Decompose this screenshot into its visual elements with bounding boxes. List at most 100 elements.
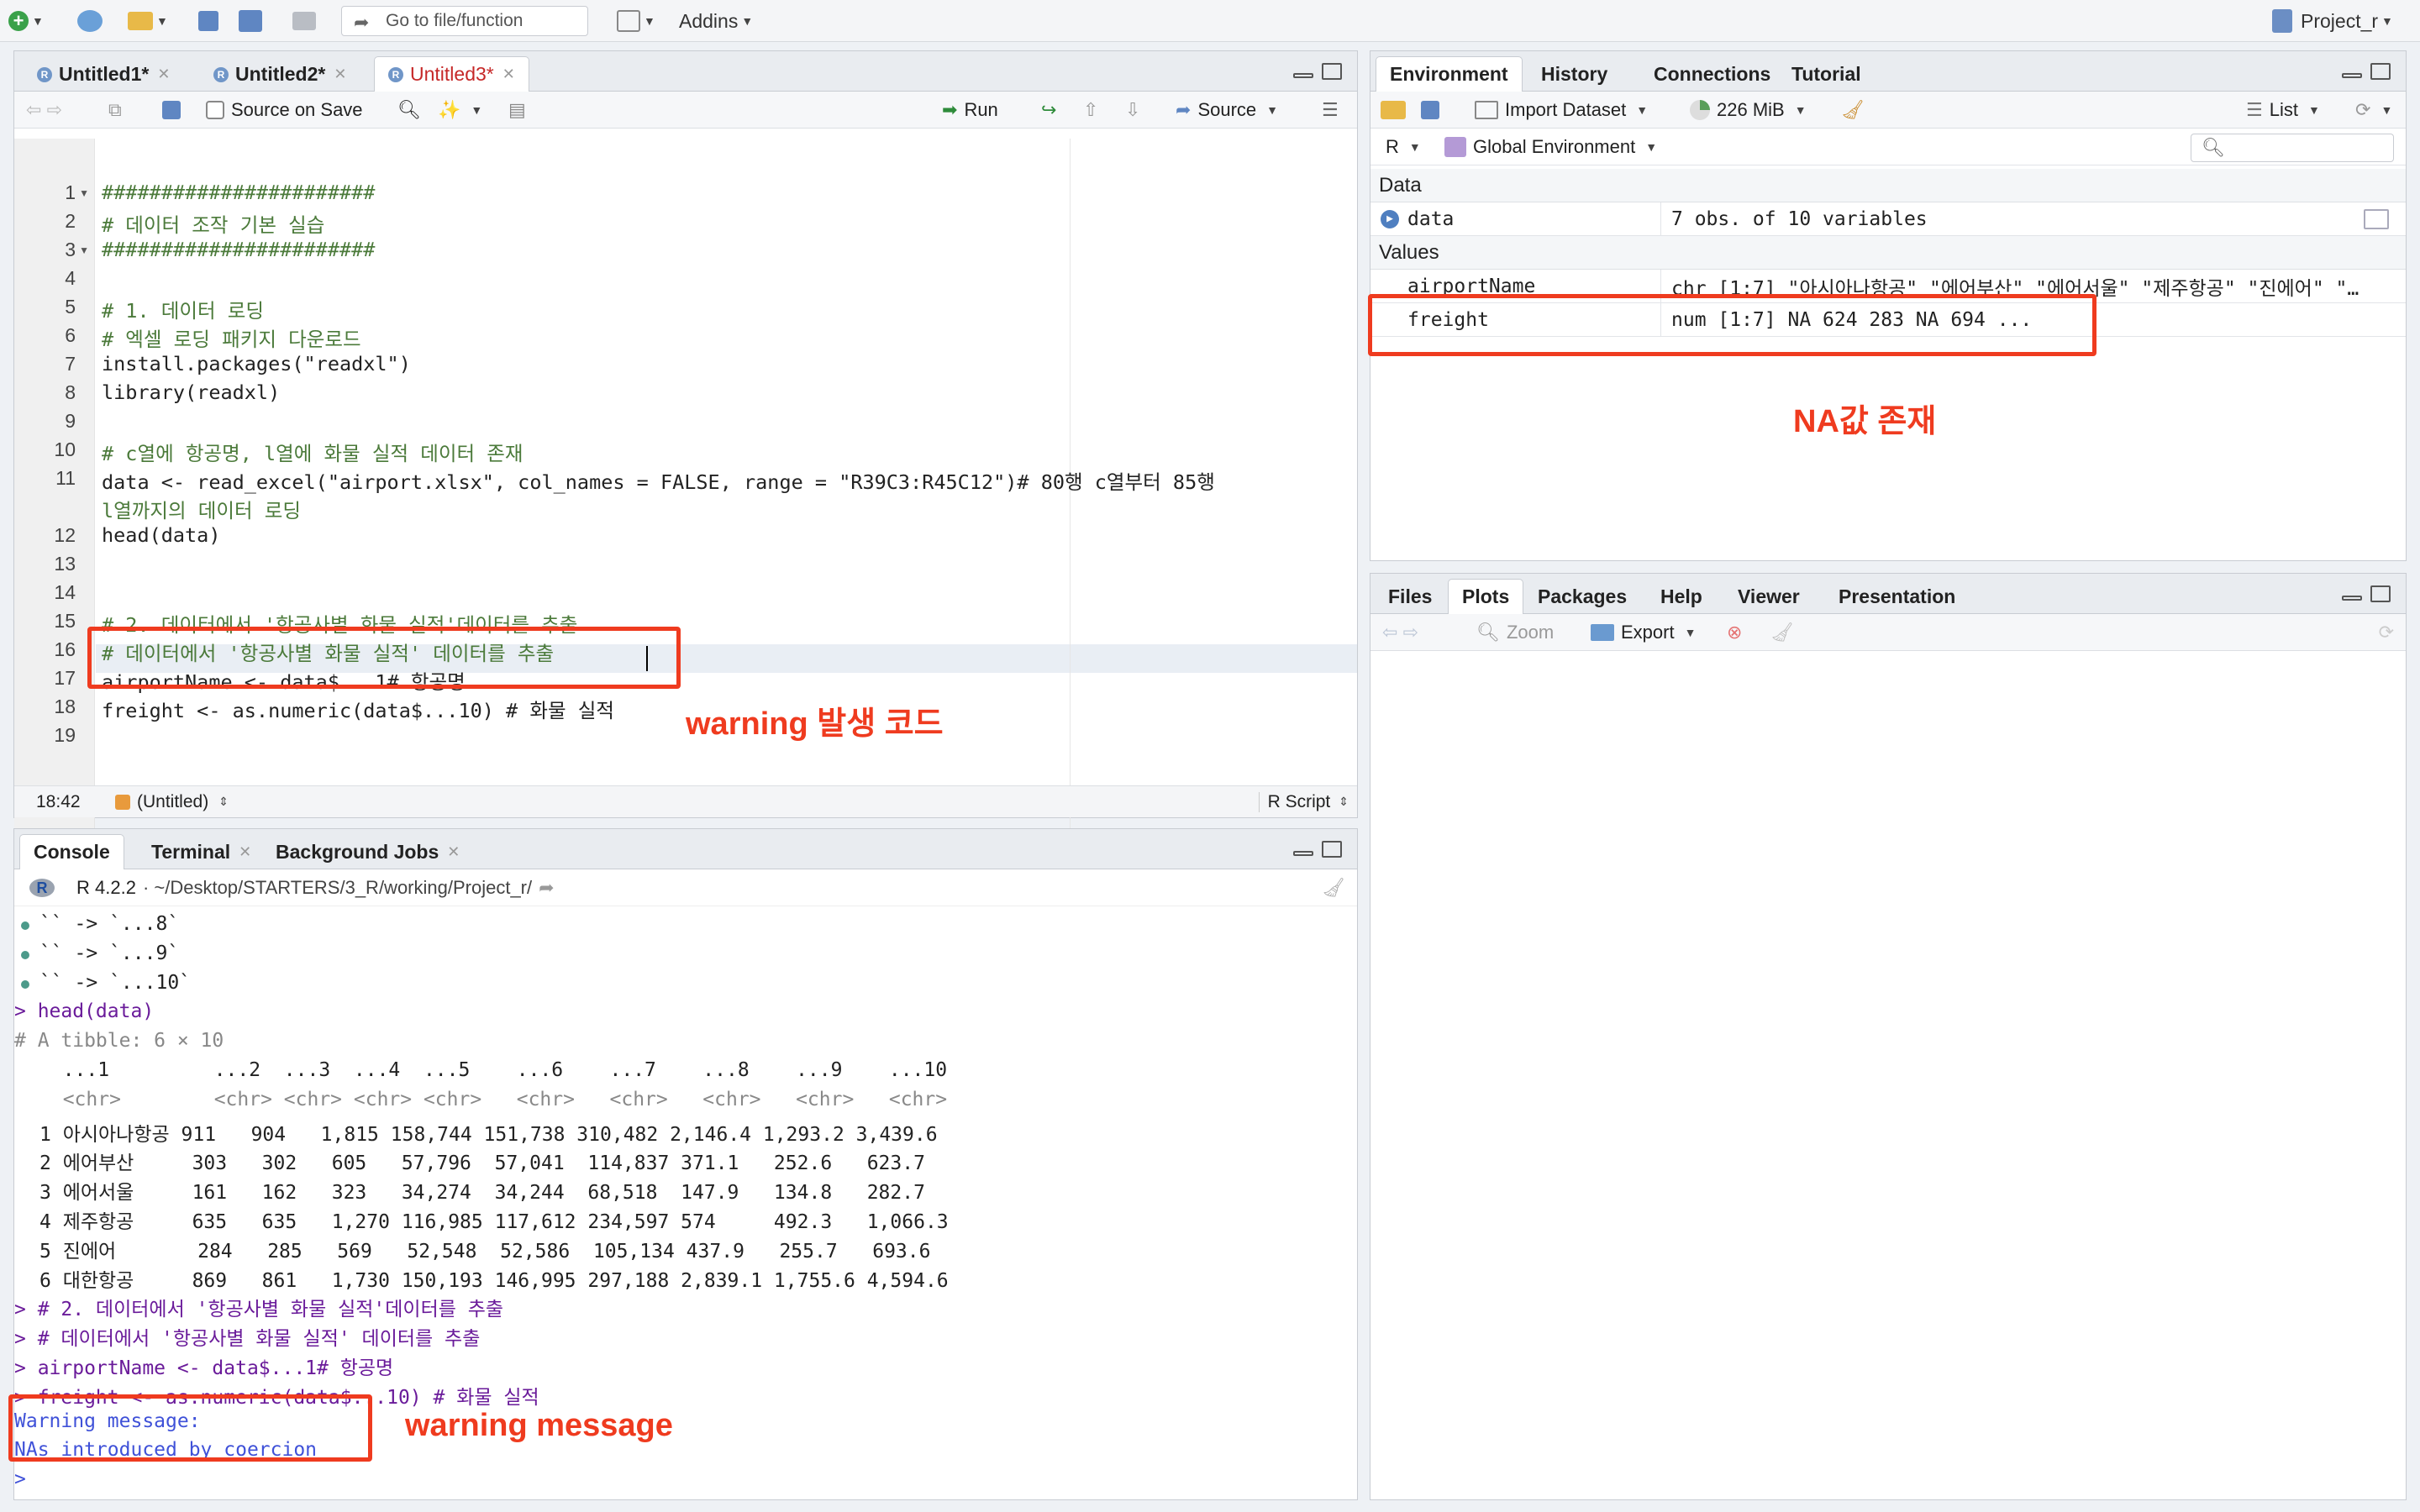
tab-packages[interactable]: Packages: [1523, 579, 1641, 614]
tab-terminal[interactable]: Terminal ✕: [137, 834, 266, 869]
bullet-icon: [21, 979, 29, 989]
code-line: # c열에 항공명, l열에 화물 실적 데이터 존재: [102, 442, 523, 465]
fold-icon[interactable]: ▼: [79, 187, 89, 199]
scope-icon: [115, 794, 130, 810]
line-number: 15: [54, 610, 76, 632]
addins-menu[interactable]: Addins ▼: [679, 8, 753, 34]
save-icon[interactable]: [162, 92, 181, 129]
back-forward-icon[interactable]: ⇦ ⇨: [1382, 614, 1418, 651]
refresh-icon[interactable]: ⟳: [2379, 614, 2394, 651]
maximize-icon[interactable]: [1322, 63, 1342, 80]
minimize-icon[interactable]: [2342, 596, 2362, 601]
remove-plot-icon[interactable]: ⊗: [1727, 614, 1742, 651]
language-selector[interactable]: R ▼: [1386, 129, 1421, 165]
tab-untitled3[interactable]: R Untitled3* ✕: [374, 56, 529, 92]
tab-untitled2[interactable]: R Untitled2* ✕: [199, 56, 360, 92]
print-icon[interactable]: [292, 8, 316, 34]
save-workspace-icon[interactable]: [1421, 92, 1439, 129]
file-type-selector[interactable]: R Script ⇕: [1258, 791, 1349, 812]
broom-icon[interactable]: 🧹︎: [1770, 614, 1794, 651]
clear-console-icon[interactable]: 🧹︎: [1322, 869, 1345, 906]
scope-selector[interactable]: Global Environment ▼: [1444, 129, 1657, 165]
code-line: #######################: [102, 181, 376, 204]
console-window-controls[interactable]: [1293, 841, 1342, 858]
console-line: `` -> `...9`: [39, 942, 180, 964]
tab-console[interactable]: Console: [19, 834, 124, 869]
code-line: # 데이터 조작 기본 실습: [102, 213, 325, 237]
go-to-dir-icon[interactable]: ➦: [539, 877, 554, 899]
show-in-window-icon[interactable]: ⧉: [108, 92, 122, 129]
close-icon[interactable]: ✕: [334, 66, 346, 83]
tab-help[interactable]: Help: [1646, 579, 1717, 614]
tab-tutorial[interactable]: Tutorial: [1777, 56, 1876, 92]
broom-icon[interactable]: 🧹︎: [1841, 92, 1865, 129]
line-number: 4: [65, 267, 76, 289]
expand-icon[interactable]: ▶: [1381, 210, 1399, 228]
export-button[interactable]: Export ▼: [1591, 614, 1696, 651]
run-button[interactable]: ➡ Run: [942, 92, 998, 129]
open-file-icon[interactable]: ▼: [128, 8, 168, 34]
plots-tabbar: Files Plots Packages Help Viewer Present…: [1370, 574, 2406, 614]
r-file-icon: R: [37, 66, 52, 82]
tab-presentation[interactable]: Presentation: [1824, 579, 1970, 614]
code-line: # 1. 데이터 로딩: [102, 299, 264, 323]
console-line: > # 데이터에서 '항공사별 화물 실적' 데이터를 추출: [14, 1328, 481, 1351]
project-menu[interactable]: Project_r ▼: [2272, 8, 2393, 34]
view-table-icon[interactable]: [2364, 209, 2389, 229]
memory-usage[interactable]: 226 MiB ▼: [1690, 92, 1807, 129]
load-workspace-icon[interactable]: [1381, 92, 1406, 129]
go-up-icon[interactable]: ⇧: [1083, 92, 1098, 129]
env-window-controls[interactable]: [2342, 63, 2391, 80]
env-search-input[interactable]: 🔍︎: [2191, 134, 2394, 162]
document-outline-icon[interactable]: ▤: [508, 92, 526, 129]
maximize-icon[interactable]: [1322, 841, 1342, 858]
rerun-icon[interactable]: ↪: [1041, 92, 1056, 129]
data-section-header: Data: [1370, 169, 2406, 202]
scope-selector[interactable]: (Untitled) ⇕: [115, 792, 229, 812]
search-icon[interactable]: 🔍︎: [397, 92, 421, 129]
tab-plots[interactable]: Plots: [1448, 579, 1524, 614]
save-icon[interactable]: [198, 8, 218, 34]
zoom-button[interactable]: 🔍︎ Zoom: [1476, 614, 1554, 651]
list-view-button[interactable]: ☰ List ▼: [2246, 92, 2320, 129]
tab-history[interactable]: History: [1527, 56, 1622, 92]
minimize-icon[interactable]: [1293, 851, 1313, 856]
env-row-data[interactable]: ▶ data 7 obs. of 10 variables: [1370, 202, 2406, 236]
outline-icon[interactable]: ☰: [1322, 92, 1339, 129]
line-number: 13: [54, 553, 76, 575]
tab-connections[interactable]: Connections: [1639, 56, 1785, 92]
fold-icon[interactable]: ▼: [79, 244, 89, 256]
import-dataset-button[interactable]: Import Dataset ▼: [1475, 92, 1648, 129]
maximize-icon[interactable]: [2370, 585, 2391, 602]
source-on-save-checkbox[interactable]: Source on Save: [206, 92, 363, 129]
plots-window-controls[interactable]: [2342, 585, 2391, 602]
annotation-na-label: NA값 존재: [1793, 404, 1937, 439]
refresh-icon[interactable]: ⟳ ▼: [2355, 92, 2392, 129]
close-icon[interactable]: ✕: [239, 843, 251, 861]
close-icon[interactable]: ✕: [502, 66, 515, 83]
new-project-icon[interactable]: [77, 8, 103, 34]
console-line: 2 에어부산 303 302 605 57,796 57,041 114,837…: [39, 1152, 925, 1175]
tab-environment[interactable]: Environment: [1376, 56, 1523, 92]
r-version: R 4.2.2 · ~/Desktop/STARTERS/3_R/working/…: [76, 877, 555, 899]
tab-untitled1[interactable]: R Untitled1* ✕: [23, 56, 184, 92]
minimize-icon[interactable]: [1293, 73, 1313, 78]
editor-tabbar: R Untitled1* ✕ R Untitled2* ✕ R Untitled3* ✕: [14, 51, 1357, 92]
go-down-icon[interactable]: ⇩: [1125, 92, 1140, 129]
line-number: 17: [54, 667, 76, 689]
tab-background-jobs[interactable]: Background Jobs ✕: [261, 834, 474, 869]
save-all-icon[interactable]: [239, 8, 262, 34]
editor-window-controls[interactable]: [1293, 63, 1342, 80]
new-file-icon[interactable]: + ▼: [8, 8, 44, 34]
source-button[interactable]: ➦ Source ▼: [1176, 92, 1278, 129]
back-forward-icon[interactable]: ⇦ ⇨: [26, 92, 62, 129]
grid-layout-icon[interactable]: ▼: [617, 8, 655, 34]
maximize-icon[interactable]: [2370, 63, 2391, 80]
tab-viewer[interactable]: Viewer: [1723, 579, 1814, 614]
code-tools-icon[interactable]: ✨ ▼: [438, 92, 482, 129]
close-icon[interactable]: ✕: [157, 66, 170, 83]
tab-files[interactable]: Files: [1374, 579, 1446, 614]
goto-file-input[interactable]: ➦ Go to file/function: [341, 6, 588, 36]
minimize-icon[interactable]: [2342, 73, 2362, 78]
close-icon[interactable]: ✕: [447, 843, 460, 861]
